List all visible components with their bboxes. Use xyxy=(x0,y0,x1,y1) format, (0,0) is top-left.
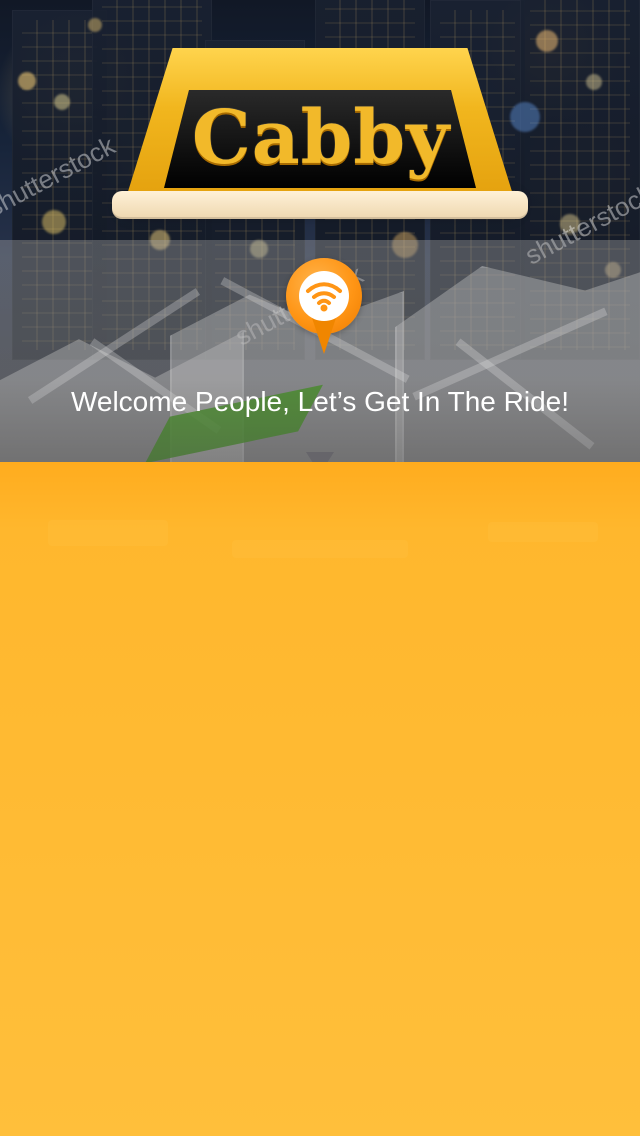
welcome-message: Welcome People, Let’s Get In The Ride! xyxy=(70,386,570,417)
wifi-icon xyxy=(306,282,342,312)
logo-text: Cabby xyxy=(191,95,451,181)
empty-content-shape xyxy=(488,522,598,542)
empty-content-shape xyxy=(48,520,168,546)
empty-content-shape xyxy=(232,540,408,558)
city-light xyxy=(54,94,70,110)
city-light xyxy=(42,210,66,234)
city-light xyxy=(18,72,36,90)
content-panel xyxy=(0,462,640,1136)
city-light xyxy=(88,18,102,32)
cabby-logo: Cabby xyxy=(110,48,530,223)
location-pin xyxy=(286,258,362,356)
hero-background: shutterstock shutterstock shutterstock C… xyxy=(0,0,640,470)
city-light xyxy=(586,74,602,90)
city-light xyxy=(536,30,558,52)
logo-base xyxy=(112,191,528,219)
pin-tip xyxy=(312,318,336,354)
screen: shutterstock shutterstock shutterstock C… xyxy=(0,0,640,1136)
